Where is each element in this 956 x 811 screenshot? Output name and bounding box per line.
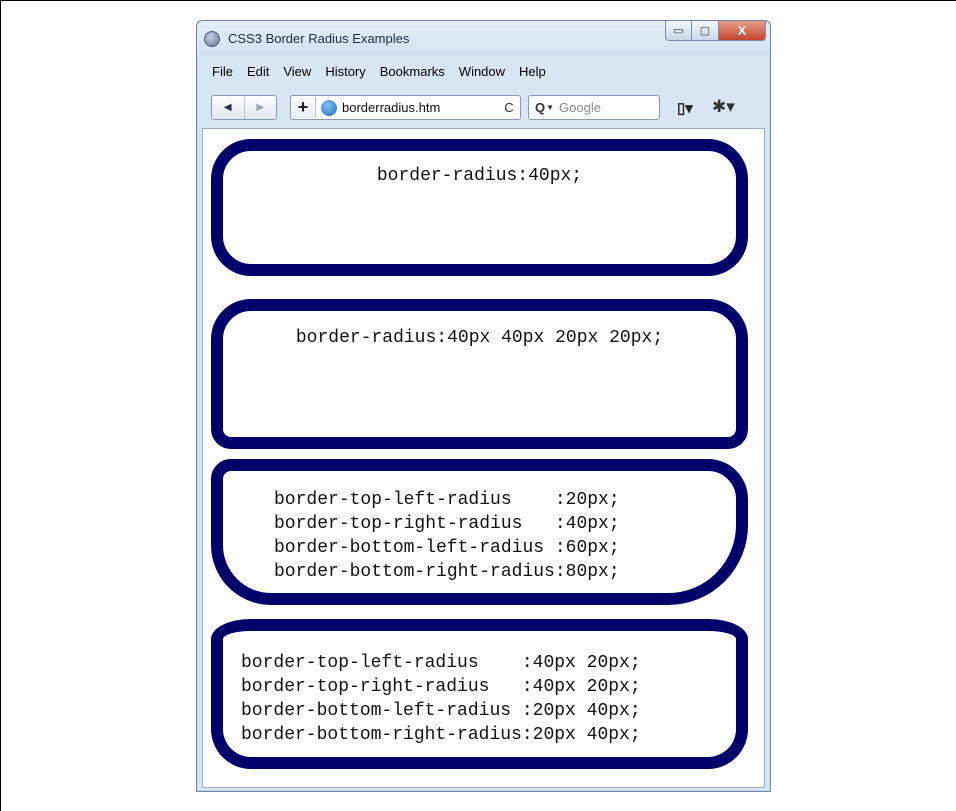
border-radius-example-1: border-radius:40px; [211,139,748,276]
browser-app-icon [204,31,220,47]
menu-help[interactable]: Help [512,64,553,79]
page-menu-icon[interactable]: ▯▾ [677,99,693,117]
address-bar[interactable]: + borderradius.htm C [290,95,521,120]
menu-history[interactable]: History [318,64,372,79]
maximize-icon: ▢ [699,25,711,37]
border-radius-example-3: border-top-left-radius :20px; border-top… [211,459,748,605]
forward-button[interactable]: ▶ [243,96,277,119]
page-content: border-radius:40px; border-radius:40px 4… [202,128,765,788]
border-radius-example-4: border-top-left-radius :40px 20px; borde… [211,619,748,769]
new-tab-button[interactable]: + [291,97,316,118]
menu-bookmarks[interactable]: Bookmarks [373,64,452,79]
menu-edit[interactable]: Edit [240,64,276,79]
window-controls: ▭ ▢ X [665,21,766,41]
menu-window[interactable]: Window [452,64,512,79]
search-icon: Q [535,100,546,115]
window-title: CSS3 Border Radius Examples [228,31,410,46]
frame-left-line [0,0,1,811]
plus-icon: + [297,97,309,117]
navigation-toolbar: ◀ ▶ + borderradius.htm C Q ▼ Google ▯▾ ✱… [197,89,770,127]
globe-icon [321,99,337,116]
minimize-button[interactable]: ▭ [665,21,692,41]
address-text[interactable]: borderradius.htm [342,100,498,115]
close-button[interactable]: X [719,21,766,41]
forward-icon: ▶ [256,102,265,113]
back-button[interactable]: ◀ [212,96,244,119]
back-forward-group: ◀ ▶ [211,95,277,120]
title-bar[interactable]: CSS3 Border Radius Examples ▭ ▢ X [197,21,770,55]
search-field[interactable]: Q ▼ Google [528,95,660,120]
close-icon: X [737,23,747,38]
menu-bar: File Edit View History Bookmarks Window … [205,64,553,79]
browser-window: CSS3 Border Radius Examples ▭ ▢ X File E… [196,20,771,792]
minimize-icon: ▭ [673,25,684,37]
menu-view[interactable]: View [276,64,318,79]
frame-top-line [0,0,956,1]
reload-icon[interactable]: C [498,100,520,115]
maximize-button[interactable]: ▢ [692,21,719,41]
menu-file[interactable]: File [205,64,240,79]
search-placeholder: Google [559,100,601,115]
back-icon: ◀ [223,102,232,113]
search-engine-dropdown-icon[interactable]: ▼ [546,103,554,112]
gear-icon[interactable]: ✱▾ [712,97,735,117]
border-radius-example-2: border-radius:40px 40px 20px 20px; [211,299,748,449]
